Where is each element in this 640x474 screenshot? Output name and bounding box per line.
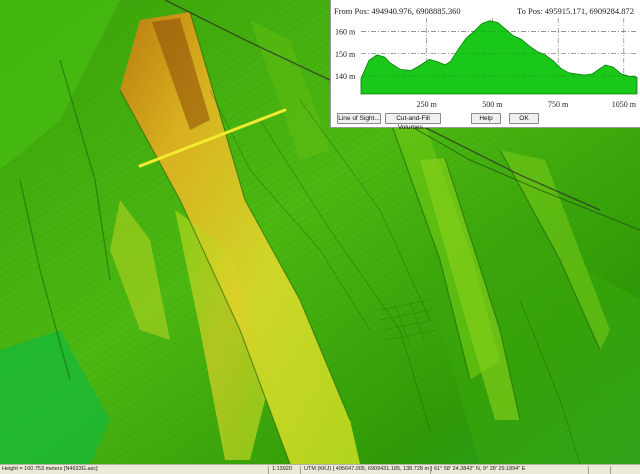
height-readout: Height = 160.753 meters [N4633G.asc] (2, 466, 98, 472)
help-button[interactable]: Help (471, 113, 501, 124)
status-bar: Height = 160.753 meters [N4633G.asc] 1:1… (0, 464, 640, 474)
lat-lon-coordinates: 61° 58' 24.3842" N, 9° 28' 29.1894" E (434, 466, 526, 472)
elevation-area-series (360, 20, 638, 95)
line-of-sight-button[interactable]: Line of Sight... (337, 113, 381, 124)
map-scale: 1:13920 (272, 466, 292, 472)
y-tick-label: 160 m (335, 27, 356, 36)
cut-fill-volumes-button[interactable]: Cut-and-Fill Volumes... (385, 113, 441, 131)
x-tick-label: 250 m (417, 100, 438, 109)
elevation-profile-chart: 140 m 150 m 160 m 250 m 500 m 750 m 1050 m (335, 18, 638, 109)
utm-coordinates: UTM (KKJ) [ 495647.005, 6909431.185, 138… (304, 466, 433, 472)
to-position-label: To Pos: 495915.171, 6909284.872 (517, 6, 634, 16)
x-tick-label: 750 m (548, 100, 569, 109)
y-tick-label: 150 m (335, 50, 356, 59)
ok-button[interactable]: OK (509, 113, 539, 124)
path-profile-window: From Pos: 494940.976, 6908885.360 To Pos… (330, 0, 640, 131)
x-tick-label: 1050 m (612, 100, 637, 109)
x-tick-label: 500 m (482, 100, 503, 109)
y-tick-label: 140 m (335, 72, 356, 81)
from-position-label: From Pos: 494940.976, 6908885.360 (334, 6, 461, 16)
